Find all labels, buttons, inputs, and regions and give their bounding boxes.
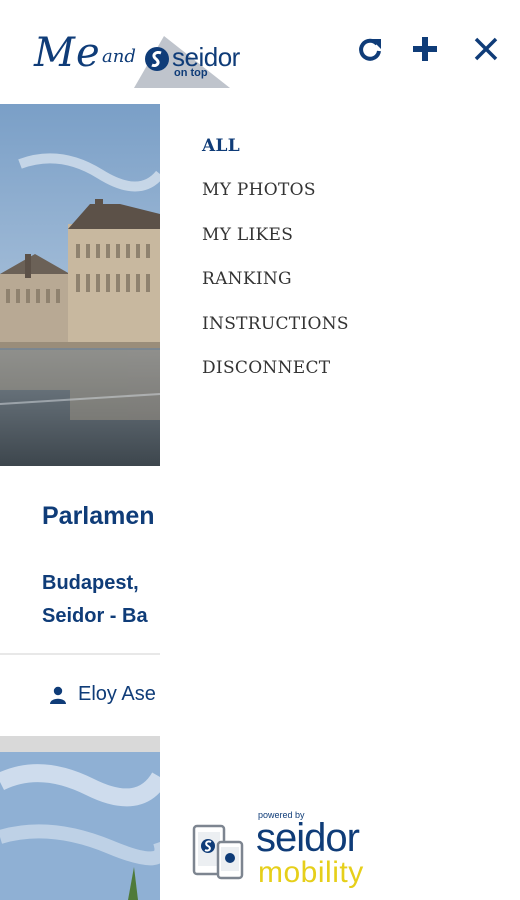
menu-item-my-photos[interactable]: MY PHOTOS: [202, 180, 349, 224]
photo-location-line1: Budapest,: [42, 572, 139, 594]
app-header: Me and seidor on top: [0, 0, 520, 100]
menu-item-all[interactable]: ALL: [202, 136, 349, 180]
menu-item-disconnect[interactable]: DISCONNECT: [202, 358, 349, 402]
menu-list: ALL MY PHOTOS MY LIKES RANKING INSTRUCTI…: [202, 136, 349, 402]
logo-and-text: and: [102, 46, 136, 67]
add-photo-button[interactable]: [410, 34, 440, 64]
powered-by-logo: powered by seidor mobility: [192, 808, 432, 898]
card-divider: [0, 653, 160, 655]
photo-author-name: Eloy Ase: [78, 683, 156, 705]
feed-photo[interactable]: [0, 104, 160, 466]
menu-item-my-likes[interactable]: MY LIKES: [202, 225, 349, 269]
logo-me-text: Me: [34, 30, 101, 76]
close-icon: [474, 37, 498, 61]
mobility-brand-text: mobility: [258, 856, 364, 889]
photo-author[interactable]: Eloy Ase: [50, 683, 156, 706]
feed-separator: [0, 736, 160, 752]
devices-icon: [192, 824, 244, 880]
photo-sky-image: [0, 752, 160, 900]
feed-photo-next[interactable]: [0, 752, 160, 900]
plus-icon: [413, 37, 437, 61]
refresh-icon: [359, 38, 381, 61]
user-icon: [50, 686, 66, 704]
app-logo: Me and seidor on top: [32, 30, 262, 92]
menu-item-ranking[interactable]: RANKING: [202, 269, 349, 313]
photo-title: Parlamen: [42, 502, 155, 530]
seidor-mark-icon: [145, 47, 169, 71]
logo-tagline-text: on top: [174, 67, 208, 79]
close-menu-button[interactable]: [471, 34, 501, 64]
side-menu: ALL MY PHOTOS MY LIKES RANKING INSTRUCTI…: [160, 100, 520, 900]
photo-feed: Parlamen Budapest, Seidor - Ba Eloy Ase: [0, 100, 160, 900]
photo-location: Budapest, Seidor - Ba: [42, 567, 148, 633]
seidor-brand-text: seidor: [256, 816, 360, 860]
refresh-button[interactable]: [355, 34, 385, 64]
photo-parliament-image: [0, 104, 160, 466]
menu-item-instructions[interactable]: INSTRUCTIONS: [202, 314, 349, 358]
photo-location-line2: Seidor - Ba: [42, 605, 148, 627]
